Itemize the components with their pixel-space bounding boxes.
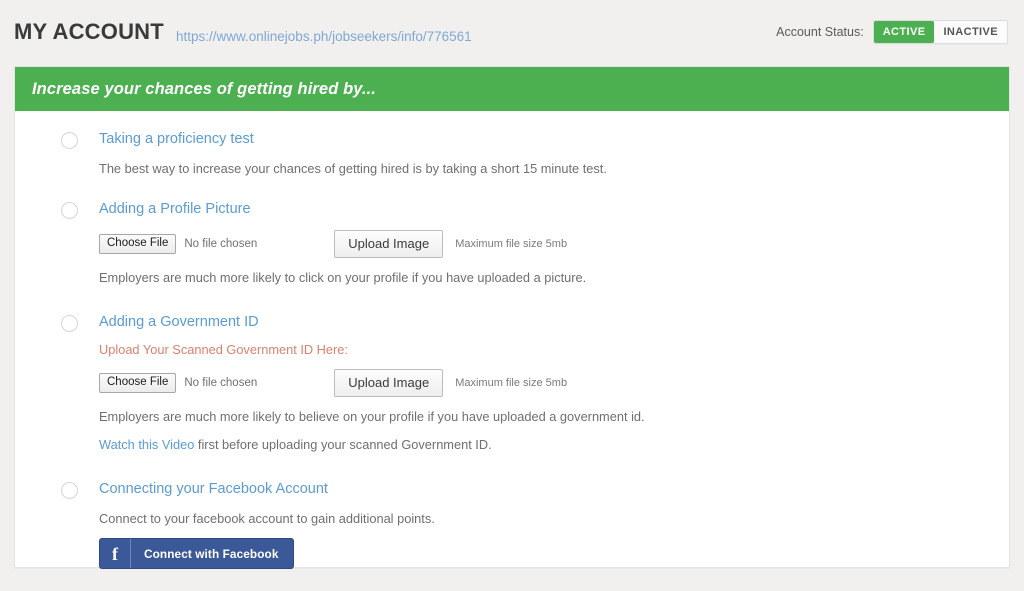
- note-upload-scanned-id: Upload Your Scanned Government ID Here:: [99, 342, 348, 357]
- link-adding-a-profile-picture[interactable]: Adding a Profile Picture: [99, 199, 251, 219]
- file-input-profile-picture[interactable]: Choose File No file chosen: [99, 234, 257, 254]
- connect-with-facebook-button[interactable]: f Connect with Facebook: [99, 538, 294, 569]
- upload-image-button-profile-picture[interactable]: Upload Image: [334, 230, 444, 258]
- description-facebook: Connect to your facebook account to gain…: [99, 511, 435, 526]
- choose-file-button-government-id[interactable]: Choose File: [99, 373, 177, 393]
- account-status-toggle[interactable]: ACTIVE INACTIVE: [872, 20, 1008, 44]
- profile-url-link[interactable]: https://www.onlinejobs.ph/jobseekers/inf…: [176, 29, 472, 44]
- description-proficiency-test: The best way to increase your chances of…: [99, 161, 607, 176]
- connect-with-facebook-label: Connect with Facebook: [144, 546, 279, 561]
- max-file-size-government-id: Maximum file size 5mb: [455, 377, 568, 389]
- file-name-government-id: No file chosen: [184, 377, 258, 389]
- upload-row-profile-picture: Choose File No file chosen Upload Image …: [99, 230, 1009, 258]
- facebook-icon: f: [112, 543, 118, 564]
- link-connecting-your-facebook-account[interactable]: Connecting your Facebook Account: [99, 479, 328, 499]
- radio-icon-facebook[interactable]: [61, 482, 78, 499]
- list-item-proficiency-test: Taking a proficiency test The best way t…: [15, 129, 1009, 177]
- increase-chances-panel: Increase your chances of getting hired b…: [14, 66, 1010, 569]
- list-item-facebook: Connecting your Facebook Account Connect…: [15, 479, 1009, 569]
- link-adding-a-government-id[interactable]: Adding a Government ID: [99, 312, 259, 332]
- description-profile-picture: Employers are much more likely to click …: [99, 270, 587, 285]
- account-status-label: Account Status:: [776, 25, 864, 39]
- panel-body: Taking a proficiency test The best way t…: [15, 111, 1009, 569]
- account-status-group: Account Status: ACTIVE INACTIVE: [776, 20, 1008, 44]
- upload-row-government-id: Choose File No file chosen Upload Image …: [99, 369, 1009, 397]
- link-taking-a-proficiency-test[interactable]: Taking a proficiency test: [99, 129, 254, 149]
- radio-icon-proficiency-test[interactable]: [61, 132, 78, 149]
- list-item-government-id: Adding a Government ID Upload Your Scann…: [15, 312, 1009, 453]
- status-option-active[interactable]: ACTIVE: [873, 21, 935, 43]
- panel-heading: Increase your chances of getting hired b…: [32, 79, 376, 98]
- max-file-size-profile-picture: Maximum file size 5mb: [455, 238, 568, 250]
- page-title: MY ACCOUNT: [14, 19, 164, 44]
- radio-icon-government-id[interactable]: [61, 315, 78, 332]
- panel-header: Increase your chances of getting hired b…: [15, 67, 1009, 111]
- upload-image-button-government-id[interactable]: Upload Image: [334, 369, 444, 397]
- description-government-id: Employers are much more likely to believ…: [99, 409, 645, 424]
- list-item-profile-picture: Adding a Profile Picture Choose File No …: [15, 199, 1009, 286]
- radio-icon-profile-picture[interactable]: [61, 202, 78, 219]
- status-option-inactive[interactable]: INACTIVE: [934, 21, 1007, 43]
- link-watch-this-video[interactable]: Watch this Video: [99, 437, 194, 452]
- file-name-profile-picture: No file chosen: [184, 238, 258, 250]
- file-input-government-id[interactable]: Choose File No file chosen: [99, 373, 257, 393]
- video-instruction-line: Watch this Video first before uploading …: [99, 437, 1009, 453]
- account-page: MY ACCOUNT https://www.onlinejobs.ph/job…: [0, 0, 1024, 591]
- choose-file-button-profile-picture[interactable]: Choose File: [99, 234, 177, 254]
- video-instruction-rest: first before uploading your scanned Gove…: [194, 437, 492, 452]
- top-header-bar: MY ACCOUNT https://www.onlinejobs.ph/job…: [0, 0, 1024, 56]
